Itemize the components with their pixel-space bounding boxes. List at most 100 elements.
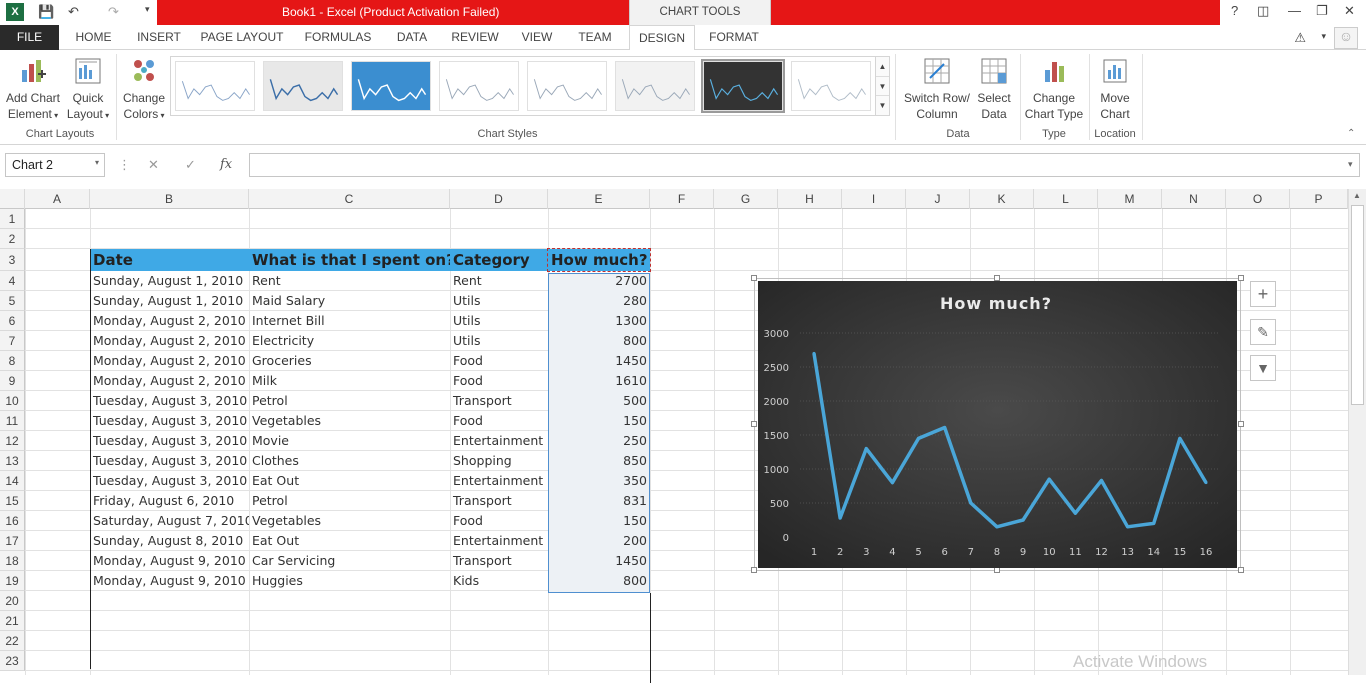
cell-date[interactable]: Tuesday, August 3, 2010: [90, 471, 249, 491]
cell-item[interactable]: Car Servicing: [249, 551, 450, 571]
cell-amount[interactable]: 1300: [548, 311, 650, 331]
vertical-scrollbar[interactable]: ▲: [1348, 189, 1366, 675]
column-header-b[interactable]: B: [90, 189, 249, 209]
row-header-20[interactable]: 20: [0, 591, 25, 611]
data-point[interactable]: [1047, 477, 1051, 481]
data-point[interactable]: [943, 426, 947, 430]
column-header-n[interactable]: N: [1162, 189, 1226, 209]
row-header-23[interactable]: 23: [0, 651, 25, 671]
cell-item[interactable]: Internet Bill: [249, 311, 450, 331]
cell-date[interactable]: Monday, August 2, 2010: [90, 371, 249, 391]
change-colors-button[interactable]: Change Colors ▾: [119, 56, 169, 124]
chart-filters-button[interactable]: ▼: [1250, 355, 1276, 381]
cell-category[interactable]: Kids: [450, 571, 548, 591]
row-header-1[interactable]: 1: [0, 209, 25, 229]
row-header-18[interactable]: 18: [0, 551, 25, 571]
column-header-l[interactable]: L: [1034, 189, 1098, 209]
header-how-much[interactable]: How much?: [547, 248, 651, 272]
cell-date[interactable]: Sunday, August 1, 2010: [90, 291, 249, 311]
cell-category[interactable]: Entertainment: [450, 431, 548, 451]
row-header-5[interactable]: 5: [0, 291, 25, 311]
cell-amount[interactable]: 150: [548, 511, 650, 531]
cancel-entry-icon[interactable]: ✕: [148, 157, 159, 173]
cell-category[interactable]: Transport: [450, 491, 548, 511]
cell-date[interactable]: Sunday, August 8, 2010: [90, 531, 249, 551]
cell-item[interactable]: Milk: [249, 371, 450, 391]
cell-amount[interactable]: 250: [548, 431, 650, 451]
cell-item[interactable]: Eat Out: [249, 531, 450, 551]
cell-date[interactable]: Monday, August 2, 2010: [90, 311, 249, 331]
scroll-down-icon[interactable]: ▼: [876, 76, 889, 95]
column-header-m[interactable]: M: [1098, 189, 1162, 209]
cell-category[interactable]: Transport: [450, 551, 548, 571]
chart-style-7-thumbnail[interactable]: [701, 59, 785, 113]
cell-item[interactable]: Eat Out: [249, 471, 450, 491]
cell-amount[interactable]: 280: [548, 291, 650, 311]
help-icon[interactable]: ?: [1231, 3, 1238, 18]
data-point[interactable]: [890, 481, 894, 485]
tab-format[interactable]: FORMAT: [700, 25, 768, 50]
row-header-9[interactable]: 9: [0, 371, 25, 391]
cell-date[interactable]: Tuesday, August 3, 2010: [90, 431, 249, 451]
row-header-12[interactable]: 12: [0, 431, 25, 451]
insert-function-icon[interactable]: fx: [220, 157, 232, 172]
row-header-21[interactable]: 21: [0, 611, 25, 631]
resize-handle[interactable]: [1238, 275, 1244, 281]
data-point[interactable]: [838, 516, 842, 520]
column-header-k[interactable]: K: [970, 189, 1034, 209]
cell-date[interactable]: Tuesday, August 3, 2010: [90, 391, 249, 411]
cell-date[interactable]: Monday, August 2, 2010: [90, 331, 249, 351]
row-header-14[interactable]: 14: [0, 471, 25, 491]
cell-item[interactable]: Clothes: [249, 451, 450, 471]
data-point[interactable]: [917, 436, 921, 440]
resize-handle[interactable]: [751, 421, 757, 427]
cell-item[interactable]: Electricity: [249, 331, 450, 351]
row-header-8[interactable]: 8: [0, 351, 25, 371]
name-box-dropdown-icon[interactable]: ▾: [95, 158, 99, 167]
save-icon[interactable]: 💾: [38, 4, 54, 20]
tab-file[interactable]: FILE: [0, 25, 59, 50]
header-spent-on[interactable]: What is that I spent on?: [249, 249, 450, 271]
cell-category[interactable]: Utils: [450, 311, 548, 331]
data-point[interactable]: [1178, 436, 1182, 440]
tab-home[interactable]: HOME: [66, 25, 121, 50]
confirm-entry-icon[interactable]: ✓: [185, 157, 196, 173]
column-header-h[interactable]: H: [778, 189, 842, 209]
cell-category[interactable]: Food: [450, 351, 548, 371]
cell-date[interactable]: Saturday, August 7, 2010: [90, 511, 249, 531]
tab-review[interactable]: REVIEW: [446, 25, 504, 50]
switch-row-column-button[interactable]: Switch Row/ Column: [900, 56, 974, 122]
line-chart[interactable]: How much? 050010001500200025003000 12345…: [758, 281, 1237, 568]
cell-amount[interactable]: 850: [548, 451, 650, 471]
column-header-e[interactable]: E: [548, 189, 650, 209]
cell-category[interactable]: Shopping: [450, 451, 548, 471]
select-all-corner[interactable]: [0, 189, 25, 209]
cell-item[interactable]: Petrol: [249, 491, 450, 511]
collapse-ribbon-icon[interactable]: ⌃: [1347, 128, 1355, 139]
column-header-o[interactable]: O: [1226, 189, 1290, 209]
data-point[interactable]: [995, 525, 999, 529]
restore-icon[interactable]: ❐: [1316, 3, 1328, 19]
data-point[interactable]: [1204, 481, 1208, 485]
chart-style-4-thumbnail[interactable]: [439, 61, 519, 111]
row-header-4[interactable]: 4: [0, 271, 25, 291]
row-header-6[interactable]: 6: [0, 311, 25, 331]
row-header-10[interactable]: 10: [0, 391, 25, 411]
gallery-scrollbar[interactable]: ▲ ▼ ▼: [875, 57, 889, 115]
data-point[interactable]: [1021, 518, 1025, 522]
cell-item[interactable]: Vegetables: [249, 411, 450, 431]
cell-category[interactable]: Food: [450, 371, 548, 391]
undo-icon[interactable]: ↶: [68, 4, 79, 20]
name-box[interactable]: Chart 2 ▾: [5, 153, 105, 177]
cell-item[interactable]: Petrol: [249, 391, 450, 411]
cell-item[interactable]: Maid Salary: [249, 291, 450, 311]
cell-amount[interactable]: 1610: [548, 371, 650, 391]
column-header-d[interactable]: D: [450, 189, 548, 209]
cell-date[interactable]: Sunday, August 1, 2010: [90, 271, 249, 291]
more-options-icon[interactable]: ⋮: [118, 157, 131, 173]
cell-item[interactable]: Vegetables: [249, 511, 450, 531]
cell-category[interactable]: Food: [450, 411, 548, 431]
cell-item[interactable]: Rent: [249, 271, 450, 291]
chart-style-8-thumbnail[interactable]: [791, 61, 871, 111]
row-header-17[interactable]: 17: [0, 531, 25, 551]
